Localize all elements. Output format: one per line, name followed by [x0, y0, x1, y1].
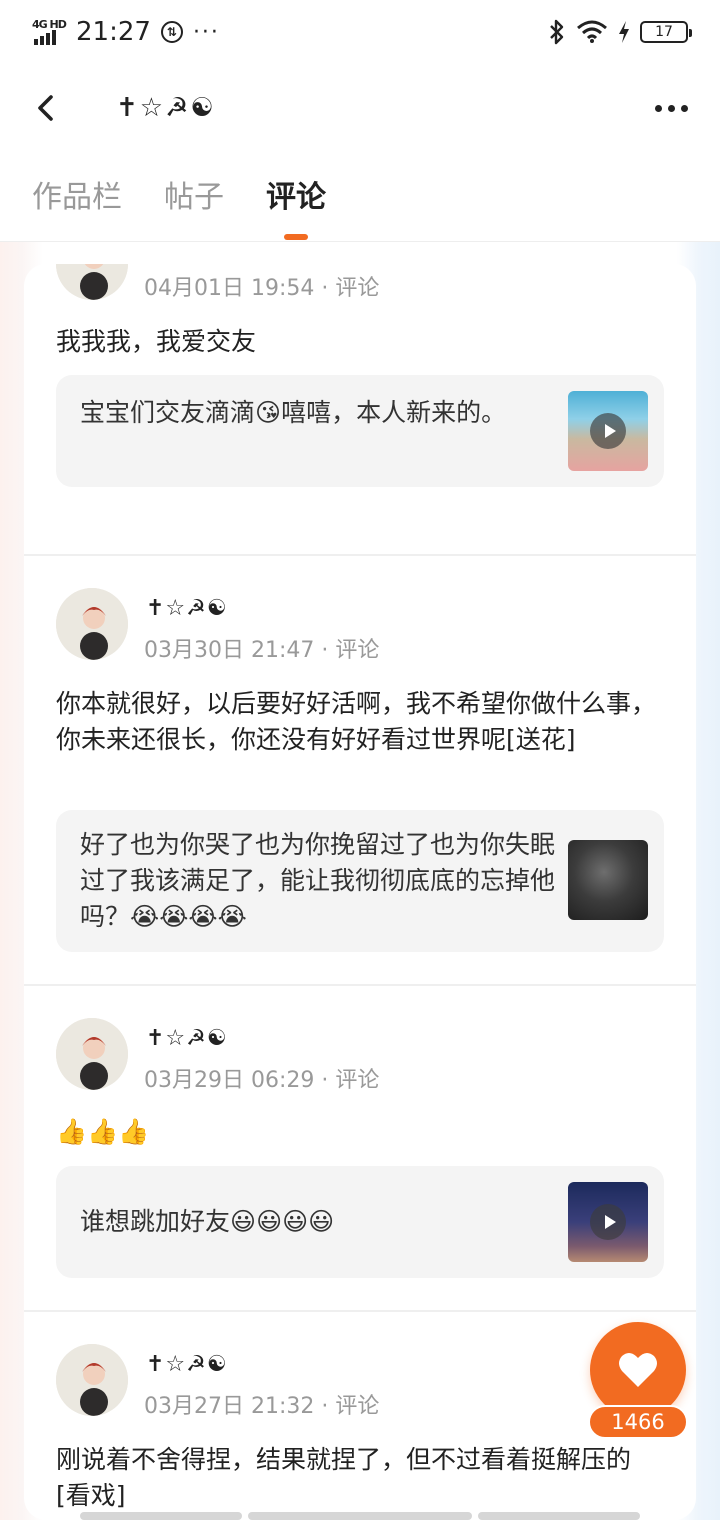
chevron-left-icon [38, 95, 53, 121]
comment-meta: 03月30日 21:47 · 评论 [144, 638, 380, 663]
quoted-post-text: 谁想跳加好友😃😃😃😃 [80, 1207, 335, 1236]
battery-icon: 17 [640, 21, 692, 43]
like-button[interactable] [590, 1322, 686, 1418]
tab-works[interactable]: 作品栏 [32, 172, 122, 240]
quoted-post[interactable]: 好了也为你哭了也为你挽留过了也为你失眠过了我该满足了，能让我彻彻底底的忘掉他吗？… [56, 810, 664, 952]
comment-meta: 03月29日 06:29 · 评论 [144, 1068, 380, 1093]
comment-item[interactable]: ✝☆☭☯ 03月29日 06:29 · 评论 👍👍👍 谁想跳加好友😃😃😃😃 [24, 986, 696, 1312]
more-notifications-icon: ··· [192, 19, 220, 45]
play-icon [590, 1204, 626, 1240]
wifi-icon [577, 20, 607, 43]
signal-icon: 4G HD [32, 19, 67, 45]
quoted-post[interactable]: 宝宝们交友滴滴😘嘻嘻，本人新来的。 [56, 375, 664, 487]
tab-posts[interactable]: 帖子 [164, 172, 224, 240]
more-options-button[interactable] [648, 104, 688, 112]
back-button[interactable] [32, 78, 92, 138]
quoted-post[interactable]: 谁想跳加好友😃😃😃😃 [56, 1166, 664, 1278]
header: ✝☆☭☯ [0, 64, 720, 152]
image-thumbnail[interactable] [568, 840, 648, 920]
play-icon [590, 413, 626, 449]
comment-text: 刚说着不舍得捏，结果就捏了，但不过看着挺解压的[看戏] [56, 1445, 632, 1510]
comment-item[interactable]: ✝☆☭☯ 03月30日 21:47 · 评论 你本就很好，以后要好好活啊，我不希… [24, 556, 696, 986]
battery-level: 17 [655, 24, 673, 40]
comment-meta: 03月27日 21:32 · 评论 [144, 1394, 380, 1419]
sync-icon: ⇅ [160, 21, 183, 43]
tab-bar: 作品栏 帖子 评论 [0, 152, 720, 242]
quoted-post-text: 好了也为你哭了也为你挽留过了也为你失眠过了我该满足了，能让我彻彻底底的忘掉他吗？… [80, 830, 556, 931]
comment-text: 👍👍👍 [56, 1117, 150, 1146]
page-title: ✝☆☭☯ [116, 93, 216, 123]
avatar[interactable] [56, 1344, 128, 1416]
comment-author[interactable]: ✝☆☭☯ [146, 1352, 228, 1377]
heart-icon [619, 1352, 657, 1387]
bluetooth-icon [550, 19, 564, 45]
avatar[interactable] [56, 1018, 128, 1090]
video-thumbnail[interactable] [568, 391, 648, 471]
comment-feed[interactable]: ✝☆☭☯ 04月01日 19:54 · 评论 我我我，我爱交友 宝宝们交友滴滴😘… [24, 264, 696, 1520]
quoted-post-text: 宝宝们交友滴滴😘嘻嘻，本人新来的。 [80, 398, 507, 427]
comment-item[interactable]: ✝☆☭☯ 04月01日 19:54 · 评论 我我我，我爱交友 宝宝们交友滴滴😘… [24, 264, 696, 556]
avatar[interactable] [56, 588, 128, 660]
tab-comments[interactable]: 评论 [266, 172, 326, 240]
avatar[interactable] [56, 264, 128, 300]
charging-icon [619, 21, 629, 43]
comment-meta: 04月01日 19:54 · 评论 [144, 276, 380, 301]
comment-author[interactable]: ✝☆☭☯ [146, 596, 228, 621]
bottom-scroll-hint [80, 1512, 640, 1520]
comment-text: 我我我，我爱交友 [56, 327, 257, 356]
video-thumbnail[interactable] [568, 1182, 648, 1262]
status-bar: 4G HD 21:27 ⇅ ··· 17 [0, 0, 720, 64]
comment-author[interactable]: ✝☆☭☯ [146, 1026, 228, 1051]
status-time: 21:27 [76, 17, 151, 47]
like-count: 1466 [588, 1405, 688, 1439]
comment-text: 你本就很好，以后要好好活啊，我不希望你做什么事，你未来还很长，你还没有好好看过世… [56, 689, 657, 754]
